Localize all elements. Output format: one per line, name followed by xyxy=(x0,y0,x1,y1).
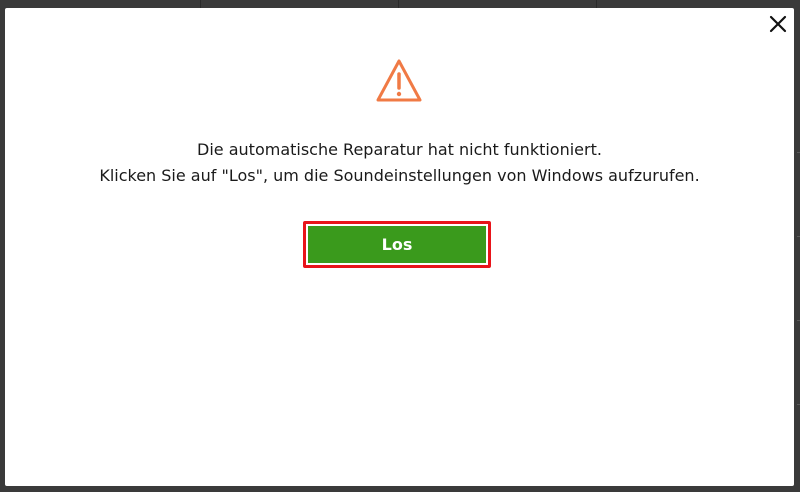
highlight-frame: Los xyxy=(303,221,491,268)
close-icon xyxy=(769,15,787,33)
los-button[interactable]: Los xyxy=(308,226,486,263)
error-message: Die automatische Reparatur hat nicht fun… xyxy=(5,137,794,189)
error-dialog: Die automatische Reparatur hat nicht fun… xyxy=(5,8,794,486)
message-line-2: Klicken Sie auf "Los", um die Soundeinst… xyxy=(99,166,700,185)
close-button[interactable] xyxy=(768,14,788,34)
warning-triangle-icon xyxy=(375,58,423,104)
message-line-1: Die automatische Reparatur hat nicht fun… xyxy=(197,140,602,159)
